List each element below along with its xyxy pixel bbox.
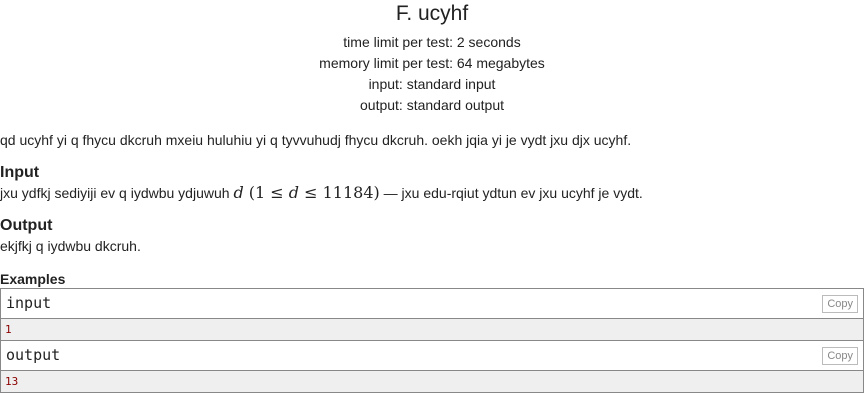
- example-output-label: output: [6, 346, 61, 364]
- output-section-text: ekjfkj q iydwbu dkcruh.: [0, 238, 141, 254]
- example-input-value[interactable]: 1: [1, 319, 863, 340]
- math-constraint-variable: d: [288, 183, 300, 202]
- example-input-block: input Copy 1: [0, 288, 864, 341]
- output-section-title: Output: [0, 217, 53, 234]
- example-output-header: output Copy: [1, 341, 863, 371]
- problem-legend: qd ucyhf yi q fhycu dkcruh mxeiu huluhiu…: [0, 132, 632, 148]
- math-formula: d (1 ≤ d ≤ 11184): [233, 183, 379, 202]
- example-input-label: input: [6, 294, 52, 312]
- output-file: output: standard output: [360, 97, 504, 113]
- input-specification: Input jxu ydfkj sediyiji ev q iydwbu ydj…: [0, 163, 864, 203]
- example-output-value[interactable]: 13: [1, 371, 863, 392]
- input-file: input: standard input: [368, 76, 496, 92]
- input-text-after: — jxu edu-rqiut ydtun ev jxu ucyhf je vy…: [379, 185, 643, 201]
- example-input-header: input Copy: [1, 289, 863, 319]
- copy-input-button[interactable]: Copy: [822, 295, 858, 313]
- input-section-title: Input: [0, 164, 40, 181]
- examples-title: Examples: [0, 271, 66, 287]
- math-constraint-open: (1 ≤: [243, 183, 289, 202]
- input-section-text: jxu ydfkj sediyiji ev q iydwbu ydjuwuh d…: [0, 183, 864, 203]
- input-text-before: jxu ydfkj sediyiji ev q iydwbu ydjuwuh: [0, 185, 234, 201]
- time-limit: time limit per test: 2 seconds: [343, 34, 521, 50]
- problem-header: F. ucyhf time limit per test: 2 seconds …: [0, 0, 864, 116]
- problem-statement: F. ucyhf time limit per test: 2 seconds …: [0, 0, 864, 402]
- problem-title: F. ucyhf: [395, 2, 469, 25]
- example-output-block: output Copy 13: [0, 341, 864, 393]
- math-constraint-close: ≤ 11184): [299, 183, 380, 202]
- memory-limit: memory limit per test: 64 megabytes: [319, 55, 545, 71]
- copy-output-button[interactable]: Copy: [822, 347, 858, 365]
- output-specification: Output ekjfkj q iydwbu dkcruh.: [0, 216, 864, 256]
- math-variable: d: [233, 183, 244, 202]
